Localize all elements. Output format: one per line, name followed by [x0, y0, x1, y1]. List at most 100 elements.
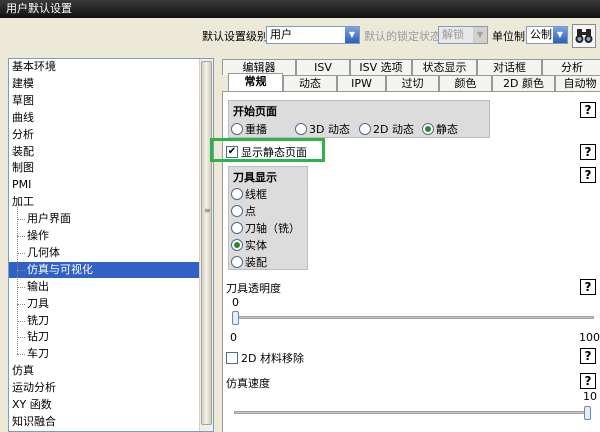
radio-label: 线框 — [245, 188, 267, 201]
tab-2[interactable]: ISV 选项 — [350, 59, 412, 75]
sim-speed-label: 仿真速度 — [226, 377, 270, 390]
tree-item[interactable]: 曲线 — [9, 110, 201, 126]
tree-connector — [17, 354, 25, 356]
checkbox-unchecked — [226, 352, 238, 364]
tree-item[interactable]: 装配 — [9, 144, 201, 160]
lock-state-select[interactable]: 解锁 ▼ — [438, 26, 488, 44]
radio-point[interactable]: 点 — [231, 203, 256, 219]
help-icon[interactable]: ? — [580, 167, 596, 183]
tree-item[interactable]: PMI — [9, 177, 201, 193]
tab-1[interactable]: ISV — [296, 59, 350, 75]
help-icon[interactable]: ? — [580, 279, 596, 295]
binoculars-icon — [575, 29, 593, 43]
help-icon[interactable]: ? — [580, 102, 596, 118]
default-level-select[interactable]: 用户 ▼ — [266, 26, 360, 44]
scrollbar-thumb[interactable]: ≡ — [201, 61, 212, 425]
sim-speed-value: 10 — [583, 390, 597, 403]
tree-connector — [17, 207, 18, 355]
radio-label: 重播 — [245, 123, 267, 136]
tree-subitem[interactable]: 刀具 — [9, 296, 201, 312]
chevron-down-icon: ▼ — [345, 27, 359, 43]
tab[interactable]: 动态 — [283, 75, 337, 91]
radio-solid[interactable]: 实体 — [231, 237, 267, 253]
radio-dot-selected — [422, 123, 434, 135]
radio-static[interactable]: 静态 — [422, 121, 458, 137]
tree-scrollbar[interactable]: ≡ — [199, 59, 213, 431]
radio-replay[interactable]: 重播 — [231, 121, 267, 137]
radio-tool-axis[interactable]: 刀轴（铣） — [231, 220, 300, 236]
tab[interactable]: 过切 — [386, 75, 439, 91]
tree-item[interactable]: 建模 — [9, 76, 201, 92]
radio-label: 静态 — [436, 123, 458, 136]
start-page-title: 开始页面 — [233, 105, 277, 118]
tree-connector — [17, 252, 25, 254]
material-removal-2d-checkbox[interactable]: 2D 材料移除 — [226, 350, 304, 366]
tree-connector — [17, 337, 25, 339]
tree-item[interactable]: 草图 — [9, 93, 201, 109]
find-button[interactable] — [572, 24, 596, 48]
tree-subitem[interactable]: 铣刀 — [9, 313, 201, 329]
radio-assembly[interactable]: 装配 — [231, 254, 267, 270]
tab-5[interactable]: 分析 — [542, 59, 600, 75]
tab[interactable]: 颜色 — [439, 75, 492, 91]
chevron-down-icon: ▼ — [553, 27, 567, 43]
tree-item[interactable]: 运动分析 — [9, 380, 201, 396]
help-icon[interactable]: ? — [580, 348, 596, 364]
lock-state-value: 解锁 — [442, 28, 464, 41]
category-tree: 基本环境 建模 草图 曲线 分析 装配 制图 PMI 加工 用户界面 操作 几何体 仿真与可视化 输出 刀具… — [8, 58, 214, 432]
unit-system-label: 单位制 — [492, 30, 525, 43]
highlight-box — [210, 138, 325, 162]
radio-dot — [359, 123, 371, 135]
radio-label: 装配 — [245, 256, 267, 269]
tool-transparency-label: 刀具透明度 — [226, 282, 281, 295]
radio-3d-dynamic[interactable]: 3D 动态 — [295, 121, 350, 137]
tree-item[interactable]: 分析 — [9, 127, 201, 143]
radio-dot — [231, 222, 243, 234]
tree-item[interactable]: XY 函数 — [9, 397, 201, 413]
radio-dot-selected — [231, 239, 243, 251]
radio-dot — [231, 123, 243, 135]
radio-dot — [231, 205, 243, 217]
radio-wireframe[interactable]: 线框 — [231, 186, 267, 202]
tree-connector — [17, 286, 25, 288]
default-level-value: 用户 — [270, 28, 292, 41]
tool-transparency-value: 0 — [232, 296, 239, 309]
tree-subitem[interactable]: 车刀 — [9, 346, 201, 362]
tree-subitem[interactable]: 操作 — [9, 228, 201, 244]
tab-3[interactable]: 状态显示 — [412, 59, 477, 75]
radio-label: 点 — [245, 205, 256, 218]
tree-item[interactable]: 加工 — [9, 194, 201, 210]
slider-min-label: 0 — [230, 331, 237, 344]
unit-system-select[interactable]: 公制 ▼ — [526, 26, 568, 44]
slider-max-label: 100 — [579, 331, 600, 344]
radio-2d-dynamic[interactable]: 2D 动态 — [359, 121, 414, 137]
tool-transparency-slider[interactable] — [234, 316, 594, 319]
radio-label: 3D 动态 — [309, 123, 350, 136]
tree-item[interactable]: 基本环境 — [9, 59, 201, 75]
tree-connector — [17, 236, 25, 237]
tab[interactable]: IPW — [337, 75, 386, 91]
tab[interactable]: 2D 颜色 — [492, 75, 555, 91]
toolbar: 默认设置级别 用户 ▼ 默认的锁定状态 解锁 ▼ 单位制 公制 ▼ — [0, 18, 600, 54]
slider-thumb[interactable] — [232, 311, 239, 325]
tree-subitem[interactable]: 输出 — [9, 279, 201, 295]
tree-item[interactable]: 仿真 — [9, 363, 201, 379]
tree-item[interactable]: 知识融合 — [9, 414, 201, 430]
tree-subitem[interactable]: 几何体 — [9, 245, 201, 261]
help-icon[interactable]: ? — [580, 373, 596, 389]
tree-subitem[interactable]: 钻刀 — [9, 329, 201, 345]
tree-subitem[interactable]: 用户界面 — [9, 211, 201, 227]
tab[interactable]: 自动物 — [555, 75, 600, 91]
help-icon[interactable]: ? — [580, 144, 596, 160]
tab-active[interactable]: 常规 — [228, 73, 283, 91]
checkbox-label: 2D 材料移除 — [241, 352, 304, 365]
tool-display-group: 刀具显示 线框 点 刀轴（铣） 实体 装配 — [228, 166, 308, 270]
tree-item[interactable]: 制图 — [9, 160, 201, 176]
slider-thumb[interactable] — [584, 406, 591, 420]
unit-system-value: 公制 — [530, 28, 552, 41]
tab-4[interactable]: 对话框 — [477, 59, 542, 75]
sim-speed-slider[interactable] — [234, 411, 588, 414]
tree-subitem[interactable]: 仿真与可视化 — [9, 261, 201, 278]
radio-dot — [231, 188, 243, 200]
grip-icon: ≡ — [204, 206, 211, 215]
